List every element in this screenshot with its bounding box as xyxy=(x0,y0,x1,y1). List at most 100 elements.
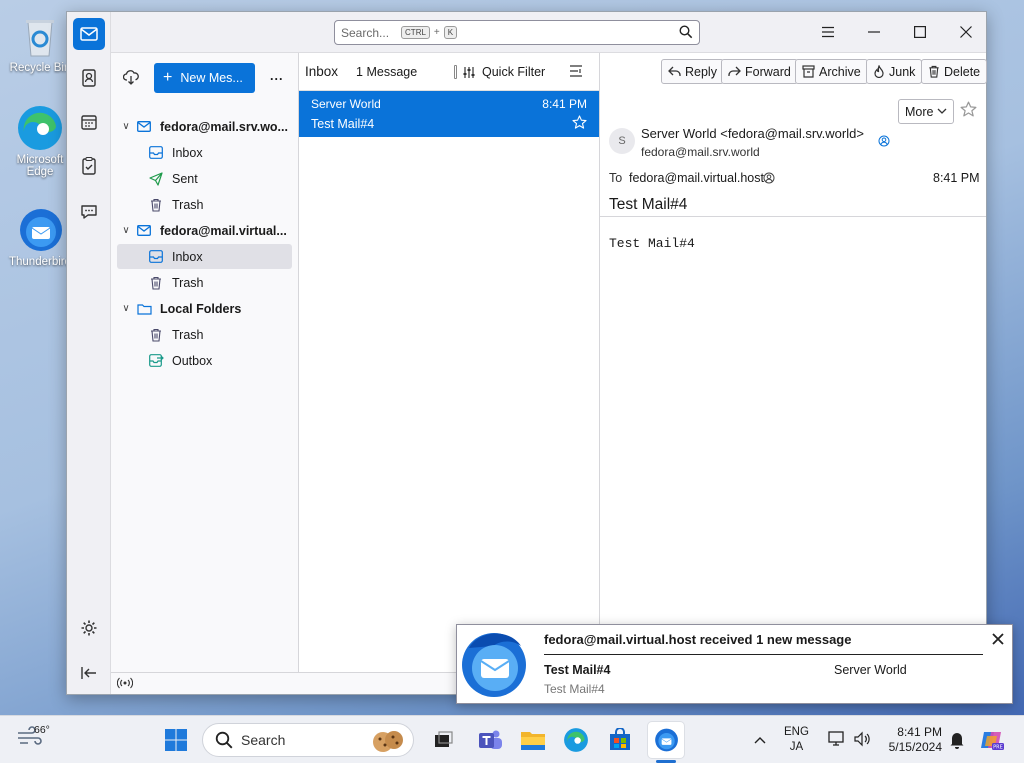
thunderbird-icon xyxy=(655,728,678,752)
reply-button[interactable]: Reply xyxy=(661,59,724,84)
junk-button[interactable]: Junk xyxy=(866,59,923,84)
address-book-button[interactable] xyxy=(73,62,105,94)
new-mail-notification[interactable]: fedora@mail.virtual.host received 1 new … xyxy=(456,624,1013,704)
new-message-button[interactable]: + New Mes... xyxy=(154,63,255,93)
taskbar-search[interactable]: Search xyxy=(202,723,414,757)
contact-icon[interactable] xyxy=(878,135,890,150)
task-view-button[interactable] xyxy=(428,725,458,755)
global-search-input[interactable]: Search... CTRL + K xyxy=(334,20,700,45)
thunderbird-window: Search... CTRL + K + New Mes... ... ∨ fe… xyxy=(66,11,988,695)
chevron-up-icon xyxy=(754,737,766,744)
folder-icon xyxy=(521,732,545,750)
inbox-icon xyxy=(147,249,165,265)
clock-date: 5/15/2024 xyxy=(888,740,942,754)
message-row-selected[interactable]: Server World 8:41 PM Test Mail#4 xyxy=(299,91,599,137)
minimize-button[interactable] xyxy=(859,20,889,44)
language-bottom: JA xyxy=(789,741,804,753)
clock[interactable]: 8:41 PM 5/15/2024 xyxy=(882,725,942,755)
to-address[interactable]: fedora@mail.virtual.host xyxy=(629,171,764,185)
notification-close-button[interactable] xyxy=(992,633,1004,648)
edge-taskbar-button[interactable] xyxy=(561,725,591,755)
language-indicator[interactable]: ENG JA xyxy=(784,725,809,755)
display-options-button[interactable] xyxy=(569,64,583,81)
recycle-bin-icon xyxy=(16,12,64,60)
file-explorer-button[interactable] xyxy=(518,725,548,755)
star-icon[interactable] xyxy=(572,115,587,133)
teams-button[interactable] xyxy=(475,725,505,755)
folder-pane: + New Mes... ... ∨ fedora@mail.srv.wo...… xyxy=(111,53,299,694)
collapse-spaces-button[interactable] xyxy=(73,657,105,689)
show-hidden-icons-button[interactable] xyxy=(745,725,775,755)
folder-outbox[interactable]: Outbox xyxy=(117,348,292,373)
tasks-icon xyxy=(82,157,96,175)
folder-pane-more-button[interactable]: ... xyxy=(270,69,283,83)
quick-filter-label: Quick Filter xyxy=(482,65,546,79)
folder-trash[interactable]: Trash xyxy=(117,270,292,295)
account-name: fedora@mail.srv.wo... xyxy=(160,119,288,134)
delete-button[interactable]: Delete xyxy=(921,59,988,84)
forward-button[interactable]: Forward xyxy=(721,59,798,84)
kbd-plus: + xyxy=(433,27,440,38)
folder-sent[interactable]: Sent xyxy=(117,166,292,191)
calendar-icon xyxy=(81,115,97,130)
cloud-download-icon xyxy=(122,70,139,85)
online-status-icon[interactable] xyxy=(116,676,134,693)
cookie-icon xyxy=(371,728,405,757)
close-window-button[interactable] xyxy=(951,20,981,44)
maximize-icon xyxy=(914,26,926,38)
forward-icon xyxy=(728,66,741,76)
message-body[interactable]: Test Mail#4 xyxy=(609,236,695,251)
mail-icon xyxy=(80,27,98,41)
start-button[interactable] xyxy=(161,725,191,755)
weather-widget[interactable]: 66° xyxy=(16,724,50,747)
account-virtual-host[interactable]: ∨ fedora@mail.virtual... xyxy=(117,218,292,243)
folder-inbox[interactable]: Inbox xyxy=(117,140,292,165)
trash-icon xyxy=(929,65,939,78)
from-name[interactable]: Server World <fedora@mail.srv.world> xyxy=(641,126,864,141)
system-tray[interactable] xyxy=(828,730,871,748)
collapse-left-icon xyxy=(81,667,96,679)
archive-button[interactable]: Archive xyxy=(795,59,868,84)
chevron-down-icon: ∨ xyxy=(122,225,130,236)
chat-button[interactable] xyxy=(73,196,105,228)
thunderbird-taskbar-button[interactable] xyxy=(647,721,685,759)
trash-icon xyxy=(147,327,165,343)
filter-sliders-icon xyxy=(463,66,475,78)
store-button[interactable] xyxy=(605,725,635,755)
mail-space-button[interactable] xyxy=(73,18,105,50)
list-options-icon xyxy=(570,65,582,77)
copilot-button[interactable]: PRE xyxy=(977,725,1007,755)
header-separator xyxy=(600,216,986,217)
folder-label: Trash xyxy=(172,197,204,212)
notification-title: fedora@mail.virtual.host received 1 new … xyxy=(544,632,852,647)
taskbar: 66° Search ENG JA 8:41 PM 5/15/2024 PRE xyxy=(0,715,1024,763)
message-subject-heading: Test Mail#4 xyxy=(609,196,688,213)
teams-icon xyxy=(479,730,502,749)
star-message-button[interactable] xyxy=(960,101,977,121)
account-name: Local Folders xyxy=(160,301,242,316)
account-mail-icon xyxy=(135,223,153,239)
contact-icon[interactable] xyxy=(763,172,775,187)
folder-label: Sent xyxy=(172,171,198,186)
notification-subject: Test Mail#4 xyxy=(544,663,611,677)
tasks-button[interactable] xyxy=(73,150,105,182)
account-srv-world[interactable]: ∨ fedora@mail.srv.wo... xyxy=(117,114,292,139)
calendar-button[interactable] xyxy=(73,106,105,138)
notifications-button[interactable] xyxy=(942,725,972,755)
account-local-folders[interactable]: ∨ Local Folders xyxy=(117,296,292,321)
title-bar: Search... CTRL + K xyxy=(111,12,986,53)
quick-filter-button[interactable]: Quick Filter xyxy=(463,65,545,79)
app-menu-button[interactable] xyxy=(813,20,843,44)
folder-trash[interactable]: Trash xyxy=(117,192,292,217)
folder-inbox-selected[interactable]: Inbox xyxy=(117,244,292,269)
thunderbird-icon xyxy=(459,628,529,700)
more-button[interactable]: More xyxy=(898,99,955,124)
get-messages-button[interactable] xyxy=(122,69,139,88)
folder-trash[interactable]: Trash xyxy=(117,322,292,347)
search-placeholder: Search... xyxy=(341,25,390,40)
settings-button[interactable] xyxy=(73,612,105,644)
maximize-button[interactable] xyxy=(905,20,935,44)
outbox-icon xyxy=(147,353,165,369)
folder-label: Inbox xyxy=(172,249,203,264)
message-time: 8:41 PM xyxy=(542,97,587,111)
